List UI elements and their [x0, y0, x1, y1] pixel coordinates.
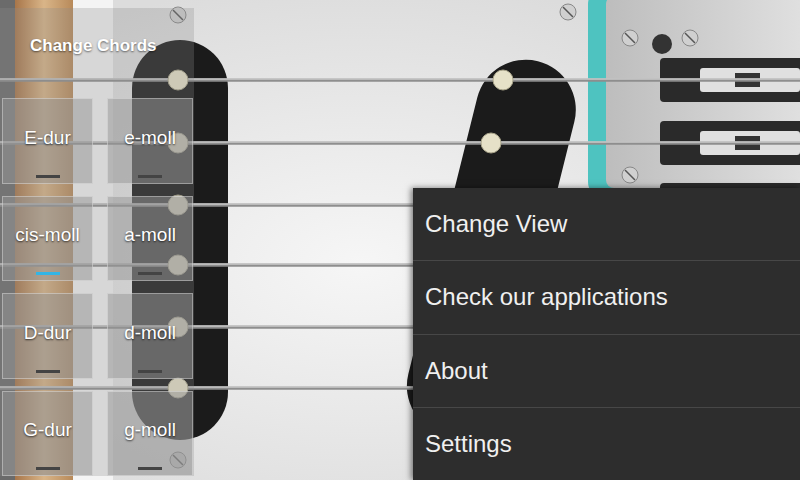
- chord-panel: Change ChordsE-dure-mollcis-molla-mollD-…: [0, 8, 194, 476]
- chord-button[interactable]: E-dur: [2, 98, 93, 184]
- menu-item[interactable]: Change View: [413, 188, 800, 260]
- chord-button[interactable]: g-moll: [107, 391, 193, 477]
- chord-indicator: [36, 175, 60, 178]
- menu-item[interactable]: About: [413, 334, 800, 407]
- bass-screen: Change ChordsE-dure-mollcis-molla-mollD-…: [0, 0, 800, 480]
- chord-button[interactable]: D-dur: [2, 293, 93, 379]
- menu-item[interactable]: Settings: [413, 407, 800, 480]
- chord-button[interactable]: cis-moll: [2, 196, 93, 282]
- overflow-menu: Change ViewCheck our applicationsAboutSe…: [413, 188, 800, 480]
- chord-indicator: [138, 175, 162, 178]
- chord-indicator: [138, 370, 162, 373]
- panel-title: Change Chords: [0, 8, 194, 72]
- chord-indicator: [36, 370, 60, 373]
- chord-button[interactable]: a-moll: [107, 196, 193, 282]
- chord-button[interactable]: d-moll: [107, 293, 193, 379]
- chord-button[interactable]: G-dur: [2, 391, 93, 477]
- chord-indicator: [36, 467, 60, 470]
- chord-indicator: [36, 272, 60, 275]
- chord-button[interactable]: e-moll: [107, 98, 193, 184]
- menu-item[interactable]: Check our applications: [413, 260, 800, 333]
- chord-indicator: [138, 467, 162, 470]
- chord-grid: E-dure-mollcis-molla-mollD-durd-mollG-du…: [0, 72, 194, 476]
- chord-indicator: [138, 272, 162, 275]
